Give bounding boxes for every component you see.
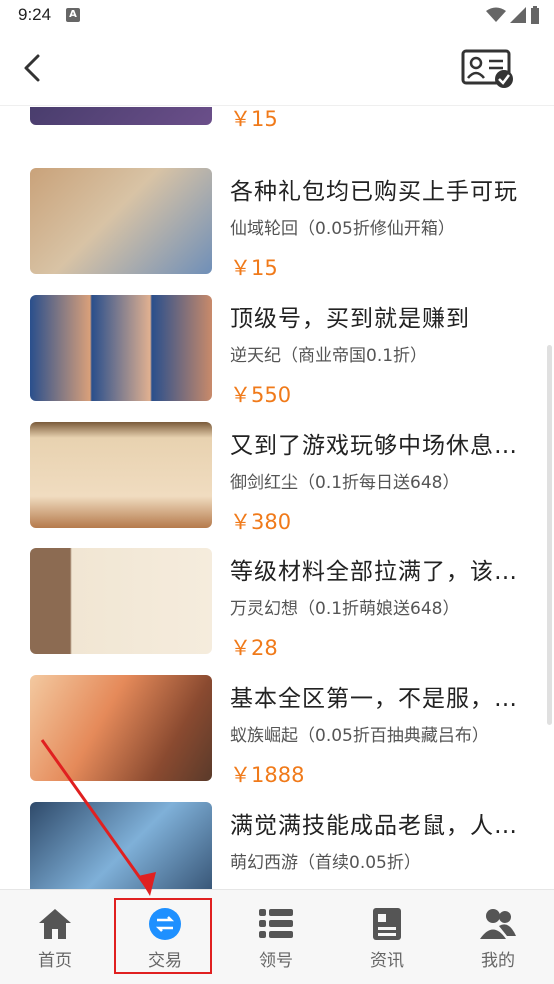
bottom-tab-bar: 首页 交易 领号 资讯 我的 [0,889,554,984]
listing-thumbnail [30,675,212,781]
tab-label: 首页 [38,951,72,971]
scrollbar[interactable] [547,345,552,725]
listing-game: 仙域轮回（0.05折修仙开箱） [230,219,455,239]
home-icon [39,909,71,939]
highlight-box [114,898,212,974]
listing-item[interactable]: 各种礼包均已购买上手可玩 仙域轮回（0.05折修仙开箱） ￥15 [0,168,554,295]
listing-title: 等级材料全部拉满了，该… [230,559,518,585]
listing-thumbnail [30,802,212,889]
wifi-icon [486,7,506,22]
tab-label: 资讯 [370,951,404,971]
listing-list[interactable]: ￥15 各种礼包均已购买上手可玩 仙域轮回（0.05折修仙开箱） ￥15 顶级号… [0,107,554,889]
users-icon [480,909,516,939]
back-button[interactable] [14,48,54,88]
tab-home[interactable]: 首页 [0,890,110,984]
listing-thumbnail [30,107,212,125]
status-bar: 9:24 A [0,0,554,32]
listing-item[interactable]: 顶级号，买到就是赚到 逆天纪（商业帝国0.1折） ￥550 [0,295,554,422]
listing-title: 顶级号，买到就是赚到 [230,306,470,332]
listing-price: ￥550 [230,383,292,407]
listing-price: ￥15 [230,107,278,131]
listing-price: ￥28 [230,636,278,660]
listing-title: 基本全区第一，不是服，… [230,686,518,712]
listing-game: 万灵幻想（0.1折萌娘送648） [230,599,460,619]
listing-item[interactable]: 又到了游戏玩够中场休息… 御剑红尘（0.1折每日送648） ￥380 [0,422,554,549]
tab-mine[interactable]: 我的 [443,890,553,984]
profile-card-button[interactable] [460,48,516,90]
listing-item[interactable]: 满觉满技能成品老鼠，人… 萌幻西游（首续0.05折） [0,802,554,889]
status-time: 9:24 [18,5,52,24]
listing-title: 又到了游戏玩够中场休息… [230,433,518,459]
signal-icon [510,7,526,23]
list-icon [259,909,293,938]
listing-game: 御剑红尘（0.1折每日送648） [230,473,460,493]
document-icon [373,908,401,940]
tab-label: 我的 [481,951,515,971]
listing-price: ￥380 [230,510,292,534]
listing-price: ￥15 [230,256,278,280]
listing-game: 蚁族崛起（0.05折百抽典藏吕布） [230,726,489,746]
listing-price: ￥1888 [230,763,305,787]
chevron-left-icon [24,54,40,82]
listing-item[interactable]: 等级材料全部拉满了，该… 万灵幻想（0.1折萌娘送648） ￥28 [0,548,554,675]
battery-icon [531,6,539,24]
tab-news[interactable]: 资讯 [332,890,442,984]
listing-thumbnail [30,422,212,528]
tab-claim[interactable]: 领号 [221,890,331,984]
listing-item[interactable]: 基本全区第一，不是服，… 蚁族崛起（0.05折百抽典藏吕布） ￥1888 [0,675,554,802]
listing-thumbnail [30,548,212,654]
listing-game: 萌幻西游（首续0.05折） [230,853,421,873]
listing-thumbnail [30,168,212,274]
listing-item[interactable]: ￥15 [0,107,554,146]
tab-label: 领号 [259,951,293,971]
status-indicators [486,6,540,24]
notification-icon: A [66,8,80,22]
listing-game: 逆天纪（商业帝国0.1折） [230,346,428,366]
listing-thumbnail [30,295,212,401]
listing-title: 满觉满技能成品老鼠，人… [230,813,518,839]
listing-title: 各种礼包均已购买上手可玩 [230,179,518,205]
id-card-check-icon [461,49,513,88]
header [0,32,554,106]
